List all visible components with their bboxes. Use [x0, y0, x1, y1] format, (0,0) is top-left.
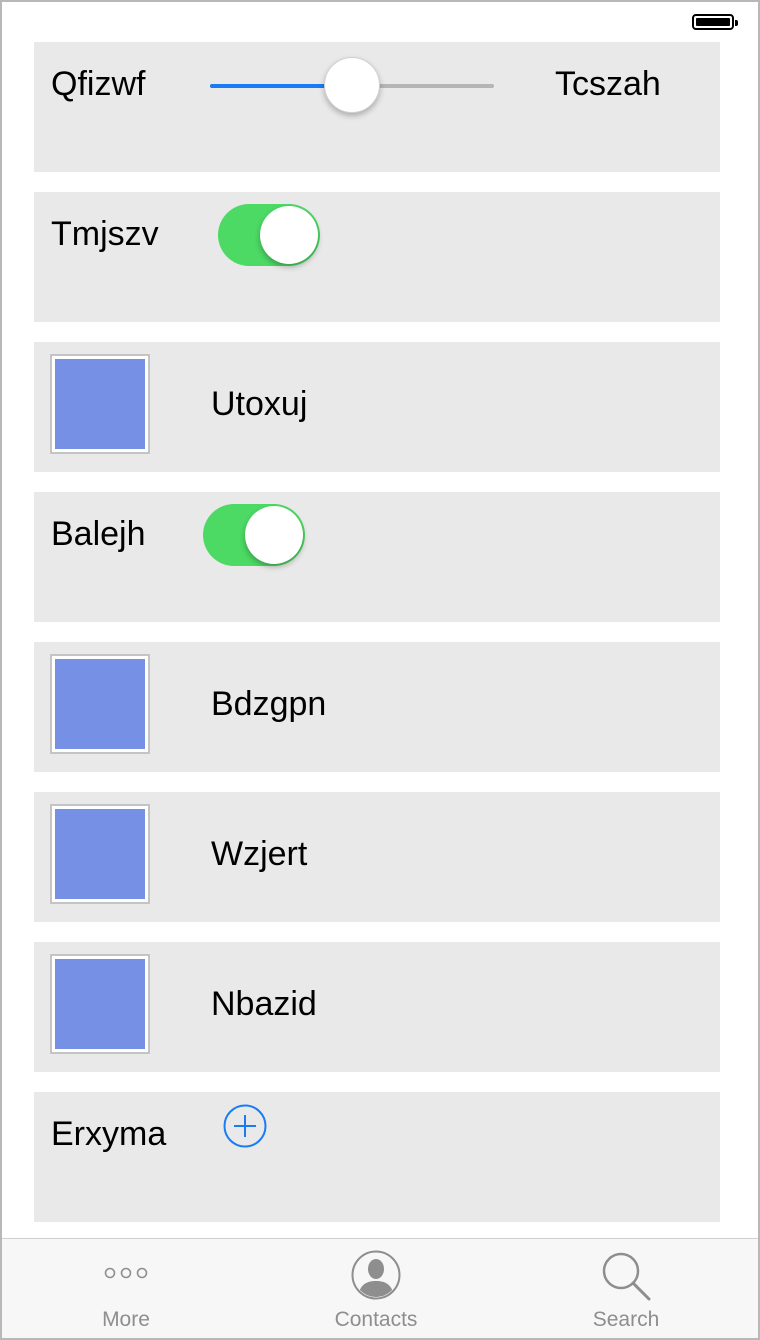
tab-more[interactable]: More	[36, 1239, 216, 1338]
tab-contacts[interactable]: Contacts	[286, 1239, 466, 1338]
image-thumbnail	[50, 954, 150, 1054]
slider-right-label: Tcszah	[555, 65, 661, 103]
status-bar	[2, 2, 758, 42]
toggle-switch[interactable]	[203, 504, 305, 566]
slider-thumb[interactable]	[324, 57, 380, 113]
add-circle-icon[interactable]	[223, 1104, 267, 1148]
toggle-row: Tmjszv	[34, 192, 720, 322]
slider-left-label: Qfizwf	[51, 65, 146, 103]
toggle-knob	[245, 506, 303, 564]
phone-screen: Qfizwf Tcszah Tmjszv Utoxuj Balejh Bdzgp…	[0, 0, 760, 1340]
contacts-icon	[350, 1249, 402, 1306]
tab-bar: More Contacts Search	[2, 1238, 758, 1338]
image-row-label: Nbazid	[211, 985, 317, 1023]
image-row: Utoxuj	[34, 342, 720, 472]
tab-label: Contacts	[334, 1308, 418, 1331]
image-row-label: Wzjert	[211, 835, 308, 873]
image-row-label: Bdzgpn	[211, 685, 327, 723]
tab-search[interactable]: Search	[536, 1239, 716, 1338]
toggle-row: Balejh	[34, 492, 720, 622]
tab-label: Search	[592, 1308, 660, 1331]
toggle-label: Balejh	[51, 515, 146, 553]
more-icon	[101, 1249, 151, 1304]
toggle-knob	[260, 206, 318, 264]
tab-label: More	[102, 1308, 150, 1331]
battery-icon	[692, 14, 738, 30]
image-row: Wzjert	[34, 792, 720, 922]
toggle-label: Tmjszv	[51, 215, 159, 253]
search-icon	[599, 1249, 653, 1308]
image-thumbnail	[50, 354, 150, 454]
image-row: Bdzgpn	[34, 642, 720, 772]
image-row: Nbazid	[34, 942, 720, 1072]
toggle-switch[interactable]	[218, 204, 320, 266]
image-thumbnail	[50, 654, 150, 754]
slider-row: Qfizwf Tcszah	[34, 42, 720, 172]
image-thumbnail	[50, 804, 150, 904]
slider[interactable]	[210, 57, 494, 113]
image-row-label: Utoxuj	[211, 385, 308, 423]
add-row: Erxyma	[34, 1092, 720, 1222]
add-row-label: Erxyma	[51, 1115, 167, 1153]
